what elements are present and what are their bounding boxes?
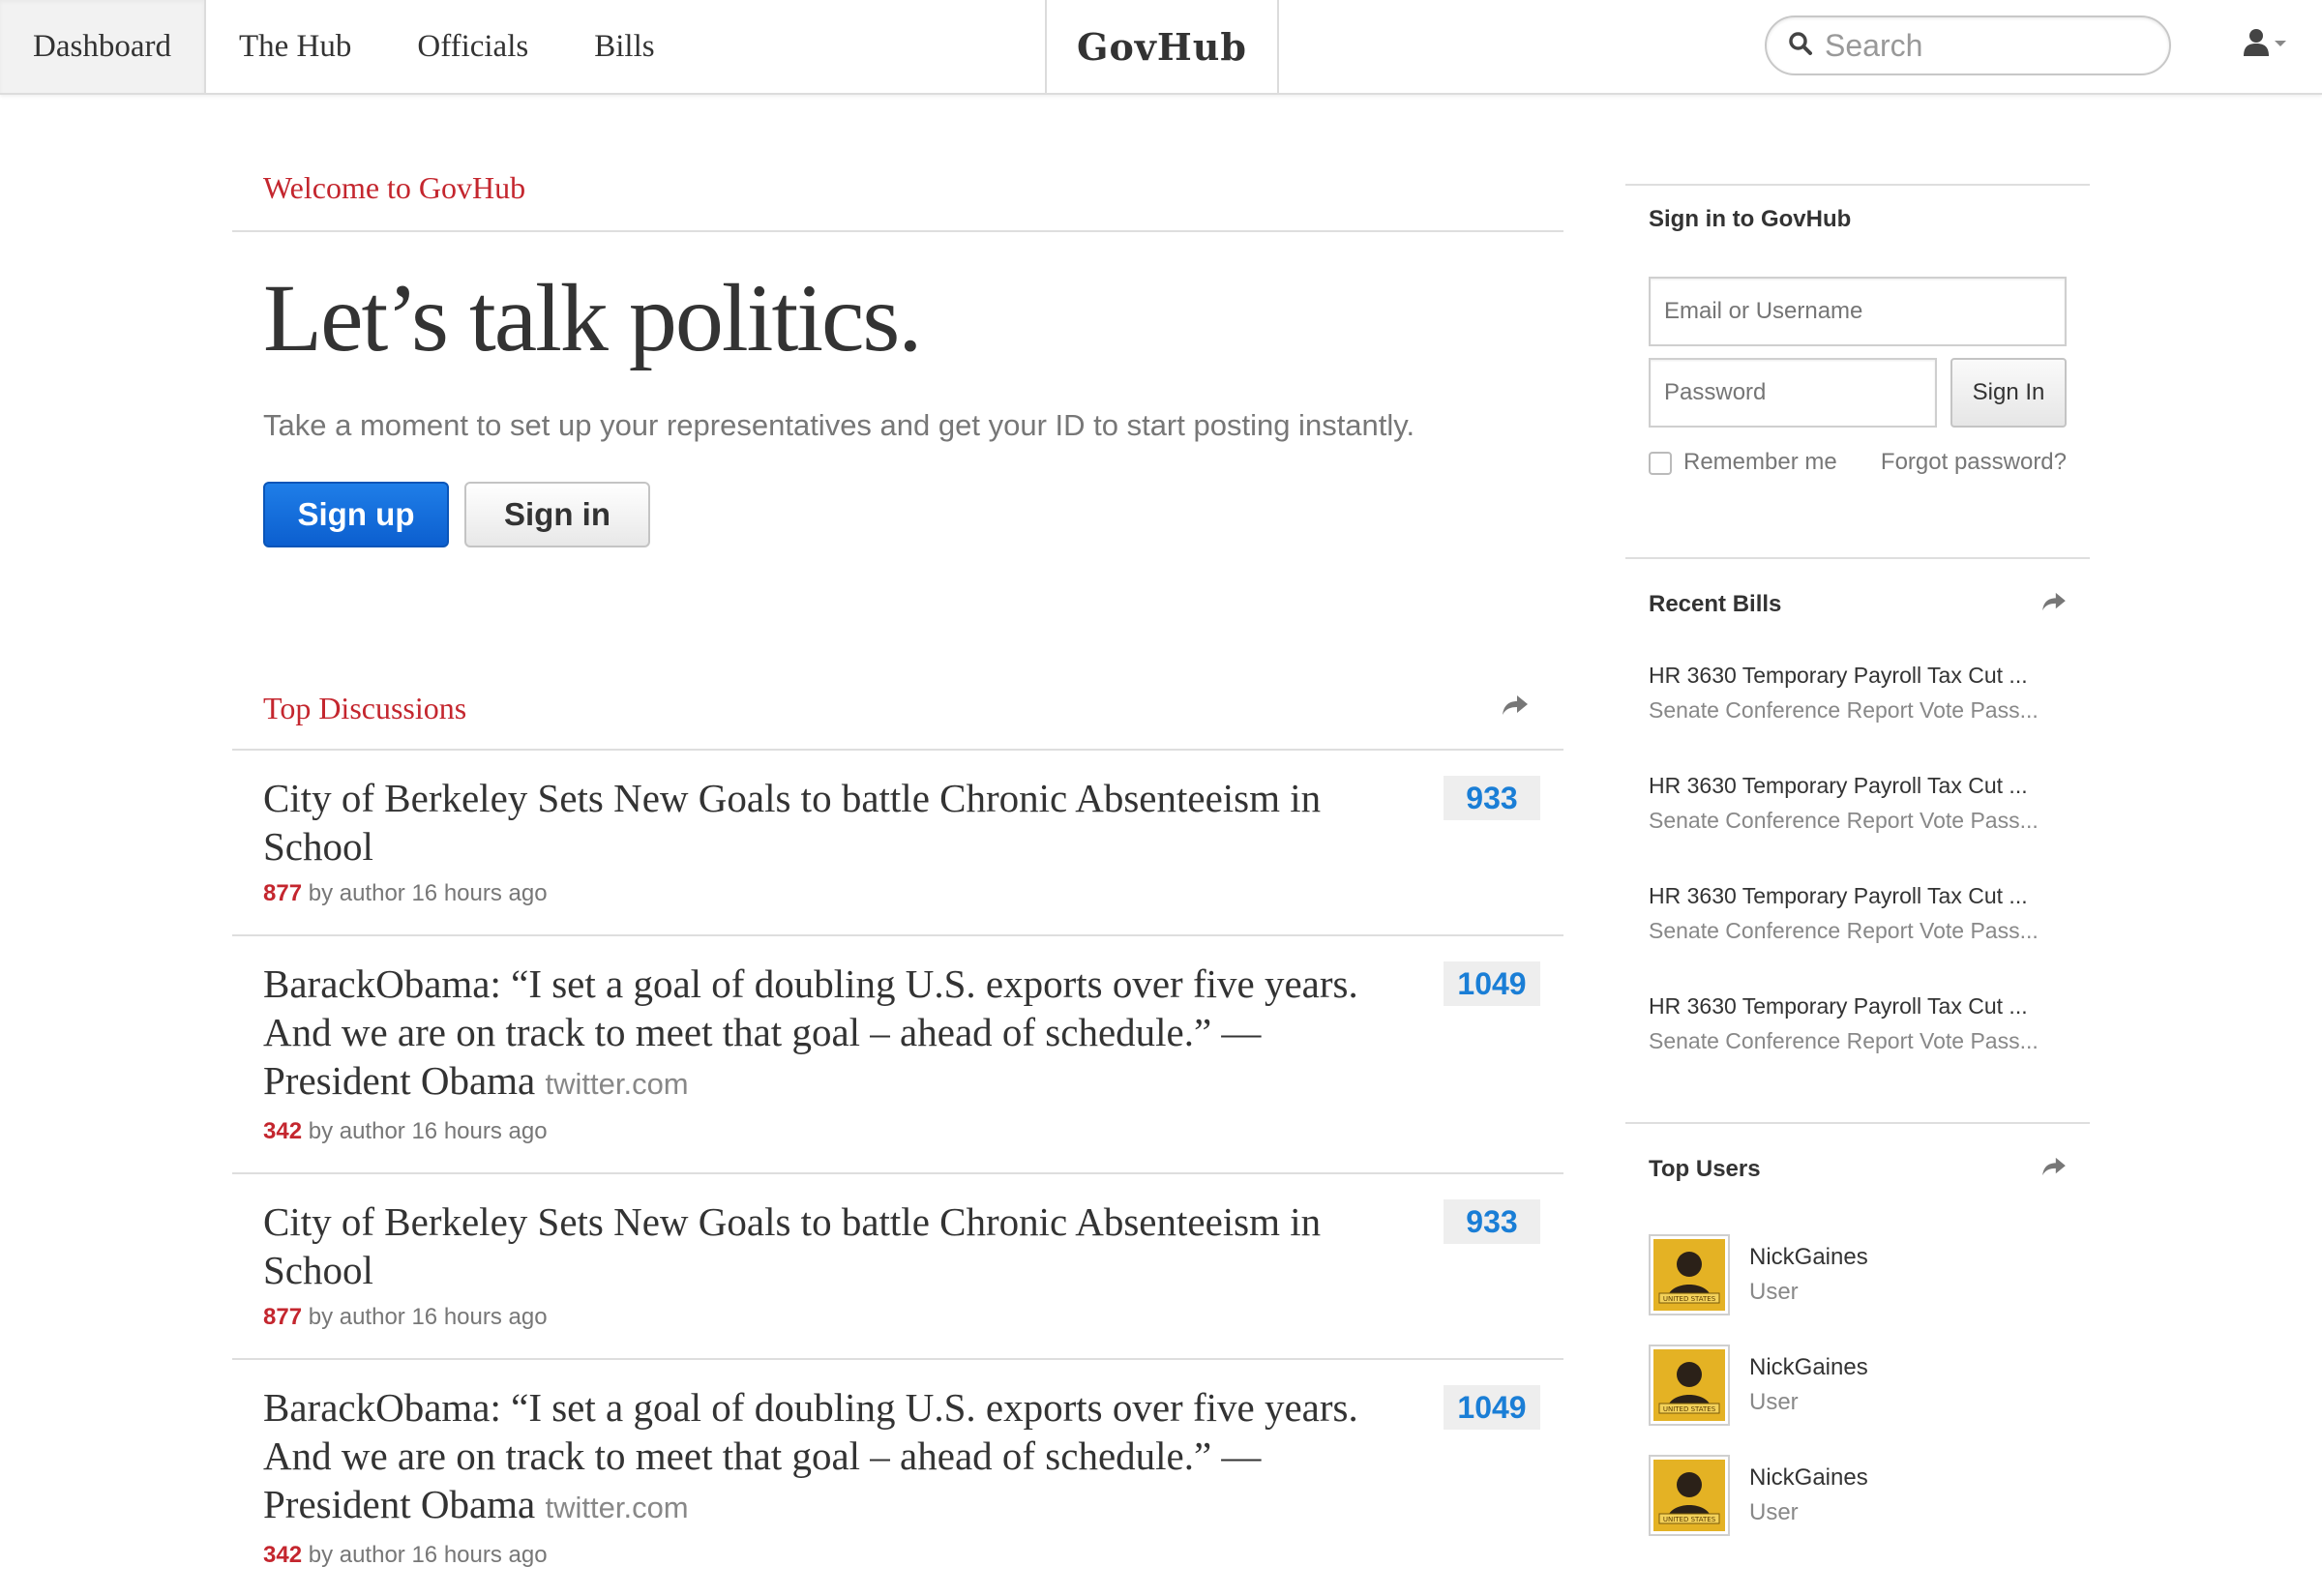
avatar[interactable]: UNITED STATES bbox=[1649, 1455, 1730, 1536]
welcome-label: Welcome to GovHub bbox=[263, 169, 526, 205]
top-navbar: Dashboard The Hub Officials Bills GovHub bbox=[0, 0, 2322, 95]
top-users-heading: Top Users bbox=[1625, 1136, 2090, 1203]
discussion-item[interactable]: City of Berkeley Sets New Goals to battl… bbox=[232, 749, 1563, 934]
discussion-meta: 342 by author 16 hours ago bbox=[263, 1118, 548, 1144]
discussion-item[interactable]: City of Berkeley Sets New Goals to battl… bbox=[232, 1172, 1563, 1358]
share-arrow-icon[interactable] bbox=[2041, 1156, 2067, 1183]
nav-tab-bills[interactable]: Bills bbox=[561, 0, 687, 93]
bill-item[interactable]: HR 3630 Temporary Payroll Tax Cut ... Se… bbox=[1649, 989, 2067, 1058]
nav-tab-officials[interactable]: Officials bbox=[384, 0, 561, 93]
remember-me[interactable]: Remember me bbox=[1649, 449, 1837, 476]
bill-subtitle: Senate Conference Report Vote Pass... bbox=[1649, 918, 2039, 943]
caret-down-icon bbox=[2274, 36, 2287, 53]
email-field[interactable] bbox=[1649, 277, 2067, 346]
bill-item[interactable]: HR 3630 Temporary Payroll Tax Cut ... Se… bbox=[1649, 658, 2067, 727]
sign-in-button[interactable]: Sign in bbox=[464, 482, 650, 547]
top-users-panel: Top Users UNITED STATES NickGaines User … bbox=[1625, 1122, 2090, 1536]
nav-tab-dashboard[interactable]: Dashboard bbox=[0, 0, 206, 93]
avatar[interactable]: UNITED STATES bbox=[1649, 1234, 1730, 1315]
comment-count-badge[interactable]: 1049 bbox=[1444, 1385, 1540, 1430]
discussion-list: City of Berkeley Sets New Goals to battl… bbox=[232, 749, 1563, 1596]
sidebar: Sign in to GovHub Sign In Remember me Fo… bbox=[1625, 184, 2090, 1565]
user-item[interactable]: UNITED STATES NickGaines User bbox=[1649, 1345, 2067, 1426]
checkbox-icon[interactable] bbox=[1649, 451, 1672, 475]
discussion-score: 342 bbox=[263, 1542, 303, 1568]
hero-buttons: Sign up Sign in bbox=[232, 482, 1563, 547]
user-item[interactable]: UNITED STATES NickGaines User bbox=[1649, 1455, 2067, 1536]
discussion-source[interactable]: twitter.com bbox=[545, 1491, 688, 1524]
nav-tabs: Dashboard The Hub Officials Bills bbox=[0, 0, 688, 93]
bill-title[interactable]: HR 3630 Temporary Payroll Tax Cut ... bbox=[1649, 878, 2067, 913]
search-box[interactable] bbox=[1765, 15, 2171, 75]
user-role: User bbox=[1749, 1279, 1799, 1305]
comment-count-badge[interactable]: 933 bbox=[1444, 1199, 1540, 1244]
discussion-meta: 342 by author 16 hours ago bbox=[263, 1542, 548, 1568]
discussion-score: 877 bbox=[263, 1304, 303, 1330]
user-item[interactable]: UNITED STATES NickGaines User bbox=[1649, 1234, 2067, 1315]
remember-me-label: Remember me bbox=[1683, 449, 1837, 475]
discussion-item[interactable]: BarackObama: “I set a goal of doubling U… bbox=[232, 934, 1563, 1172]
main-column: Welcome to GovHub Let’s talk politics. T… bbox=[232, 145, 1563, 1596]
discussion-score: 877 bbox=[263, 880, 303, 906]
discussion-item[interactable]: BarackObama: “I set a goal of doubling U… bbox=[232, 1358, 1563, 1596]
share-arrow-icon[interactable] bbox=[2041, 591, 2067, 618]
sidebar-sign-in-button[interactable]: Sign In bbox=[1950, 358, 2067, 428]
bill-subtitle: Senate Conference Report Vote Pass... bbox=[1649, 697, 2039, 723]
discussion-title[interactable]: City of Berkeley Sets New Goals to battl… bbox=[263, 1197, 1395, 1294]
sign-up-button[interactable]: Sign up bbox=[263, 482, 449, 547]
discussion-title[interactable]: City of Berkeley Sets New Goals to battl… bbox=[263, 774, 1395, 871]
bill-title[interactable]: HR 3630 Temporary Payroll Tax Cut ... bbox=[1649, 768, 2067, 803]
nav-tab-the-hub[interactable]: The Hub bbox=[206, 0, 384, 93]
discussion-title[interactable]: BarackObama: “I set a goal of doubling U… bbox=[263, 1383, 1395, 1532]
user-icon bbox=[2243, 28, 2270, 62]
svg-text:UNITED STATES: UNITED STATES bbox=[1663, 1295, 1716, 1303]
search-input[interactable] bbox=[1823, 26, 2146, 65]
bill-title[interactable]: HR 3630 Temporary Payroll Tax Cut ... bbox=[1649, 989, 2067, 1023]
user-name[interactable]: NickGaines bbox=[1749, 1461, 1868, 1495]
avatar[interactable]: UNITED STATES bbox=[1649, 1345, 1730, 1426]
brand-logo[interactable]: GovHub bbox=[1045, 0, 1279, 93]
svg-text:UNITED STATES: UNITED STATES bbox=[1663, 1516, 1716, 1523]
bill-subtitle: Senate Conference Report Vote Pass... bbox=[1649, 1028, 2039, 1053]
bill-list: HR 3630 Temporary Payroll Tax Cut ... Se… bbox=[1625, 638, 2090, 1122]
remember-row: Remember me Forgot password? bbox=[1649, 449, 2067, 557]
hero-subtitle: Take a moment to set up your representat… bbox=[263, 408, 1415, 442]
password-field[interactable] bbox=[1649, 358, 1937, 428]
recent-bills-heading: Recent Bills bbox=[1625, 571, 2090, 638]
bill-title[interactable]: HR 3630 Temporary Payroll Tax Cut ... bbox=[1649, 658, 2067, 693]
discussion-source[interactable]: twitter.com bbox=[545, 1067, 688, 1101]
bill-item[interactable]: HR 3630 Temporary Payroll Tax Cut ... Se… bbox=[1649, 878, 2067, 948]
discussion-score: 342 bbox=[263, 1118, 303, 1144]
comment-count-badge[interactable]: 933 bbox=[1444, 776, 1540, 820]
bill-item[interactable]: HR 3630 Temporary Payroll Tax Cut ... Se… bbox=[1649, 768, 2067, 838]
signin-heading: Sign in to GovHub bbox=[1649, 206, 1852, 232]
user-name[interactable]: NickGaines bbox=[1749, 1240, 1868, 1275]
divider bbox=[232, 230, 1563, 232]
forgot-password-link[interactable]: Forgot password? bbox=[1881, 449, 2067, 476]
user-role: User bbox=[1749, 1499, 1799, 1525]
search-icon bbox=[1788, 31, 1813, 61]
top-discussions-label: Top Discussions bbox=[263, 691, 467, 725]
user-menu-button[interactable] bbox=[2243, 25, 2287, 64]
user-name[interactable]: NickGaines bbox=[1749, 1350, 1868, 1385]
password-row: Sign In bbox=[1649, 358, 2067, 428]
login-form: Sign In Remember me Forgot password? bbox=[1625, 253, 2090, 557]
user-role: User bbox=[1749, 1389, 1799, 1415]
comment-count-badge[interactable]: 1049 bbox=[1444, 961, 1540, 1006]
user-list: UNITED STATES NickGaines User UNITED STA… bbox=[1625, 1203, 2090, 1536]
discussion-title[interactable]: BarackObama: “I set a goal of doubling U… bbox=[263, 960, 1395, 1108]
top-discussions-header: Top Discussions bbox=[232, 691, 1563, 749]
signin-panel: Sign in to GovHub Sign In Remember me Fo… bbox=[1625, 184, 2090, 557]
bill-subtitle: Senate Conference Report Vote Pass... bbox=[1649, 808, 2039, 833]
discussion-meta: 877 by author 16 hours ago bbox=[263, 1304, 548, 1330]
svg-text:UNITED STATES: UNITED STATES bbox=[1663, 1405, 1716, 1413]
discussion-meta: 877 by author 16 hours ago bbox=[263, 880, 548, 906]
share-arrow-icon[interactable] bbox=[1502, 695, 1529, 721]
recent-bills-panel: Recent Bills HR 3630 Temporary Payroll T… bbox=[1625, 557, 2090, 1122]
hero-title: Let’s talk politics. bbox=[263, 264, 922, 371]
